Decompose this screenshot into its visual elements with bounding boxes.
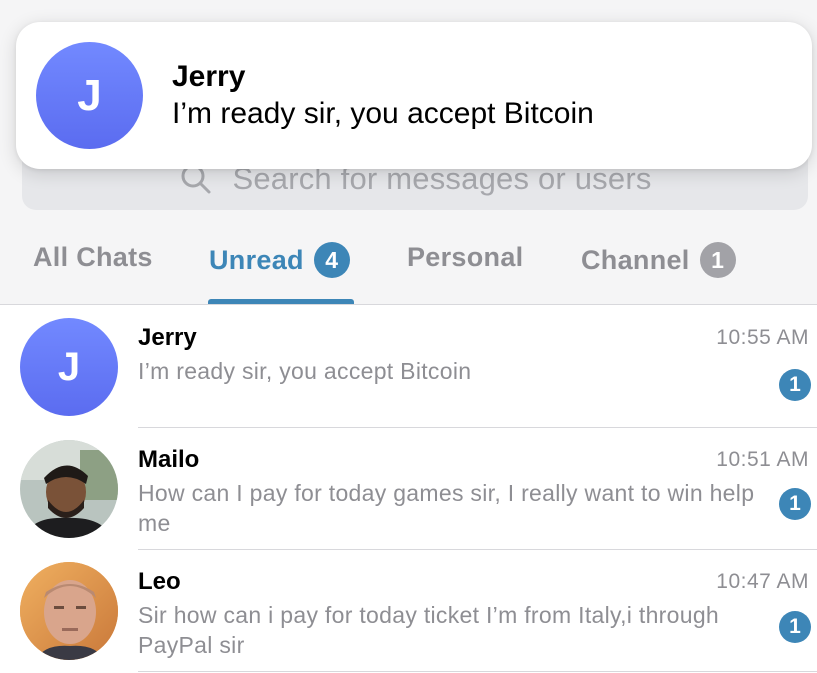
tab-label: Unread (209, 244, 304, 275)
channel-count-badge: 1 (699, 242, 736, 278)
divider (0, 304, 817, 305)
chat-name: Leo (138, 568, 181, 595)
tab-label: Personal (407, 242, 524, 272)
tab-label: Channel (581, 244, 690, 275)
chat-filter-tabs: All Chats Unread 4 Personal Channel 1 (0, 230, 817, 305)
avatar: J (36, 42, 143, 149)
tab-personal[interactable]: Personal (407, 242, 523, 273)
tab-all-chats[interactable]: All Chats (33, 242, 153, 273)
notification-title: Jerry (172, 60, 246, 93)
tab-unread[interactable]: Unread 4 (209, 242, 350, 278)
avatar: J (20, 318, 118, 416)
unread-badge: 1 (779, 611, 811, 643)
chat-time: 10:51 AM (716, 448, 809, 471)
unread-badge: 1 (779, 369, 811, 401)
notification-body: I’m ready sir, you accept Bitcoin (172, 97, 594, 130)
notification-content: Jerry I’m ready sir, you accept Bitcoin (172, 59, 594, 133)
tab-label: All Chats (33, 242, 153, 272)
avatar (20, 562, 118, 660)
person-photo-icon (20, 440, 118, 538)
notification-banner[interactable]: J Jerry I’m ready sir, you accept Bitcoi… (16, 22, 812, 169)
person-photo-icon (20, 562, 118, 660)
chat-preview: Sir how can i pay for today ticket I’m f… (138, 602, 719, 658)
chat-name: Jerry (138, 324, 197, 351)
chat-row-mailo[interactable]: Mailo 10:51 AM How can I pay for today g… (0, 428, 817, 550)
chat-time: 10:55 AM (716, 326, 809, 349)
chat-preview: How can I pay for today games sir, I rea… (138, 480, 755, 536)
chat-time: 10:47 AM (716, 570, 809, 593)
divider (138, 671, 817, 672)
chat-name: Mailo (138, 446, 200, 473)
avatar (20, 440, 118, 538)
chat-row-leo[interactable]: Leo 10:47 AM Sir how can i pay for today… (0, 550, 817, 672)
chat-row-jerry[interactable]: J Jerry 10:55 AM I’m ready sir, you acce… (0, 306, 817, 428)
chat-preview: I’m ready sir, you accept Bitcoin (138, 358, 472, 384)
unread-badge: 1 (779, 488, 811, 520)
tab-channel[interactable]: Channel 1 (581, 242, 736, 278)
unread-count-badge: 4 (313, 242, 350, 278)
